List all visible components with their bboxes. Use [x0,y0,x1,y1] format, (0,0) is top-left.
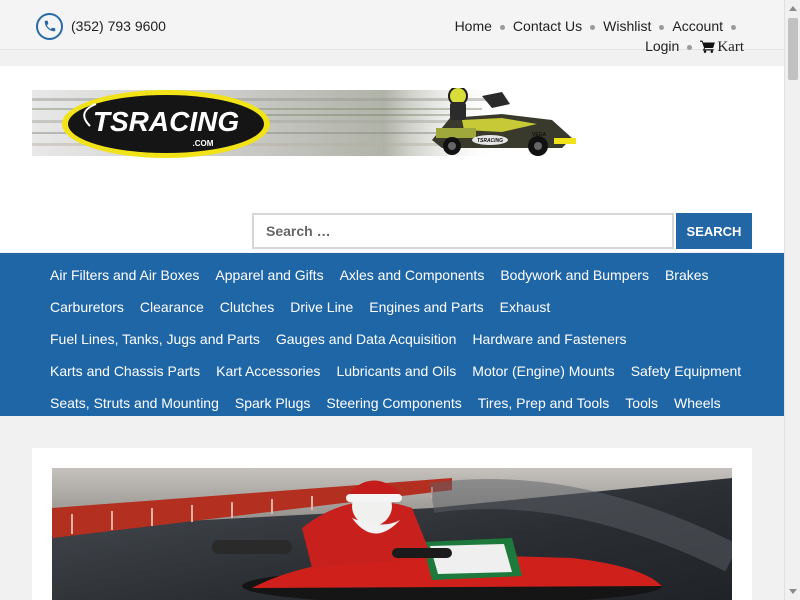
category-link[interactable]: Bodywork and Bumpers [500,259,649,291]
kart-label: Kart [717,39,744,55]
separator-dot [499,24,505,30]
phone-icon [36,12,63,40]
nav-contact-link[interactable]: Contact Us [513,18,582,34]
category-link[interactable]: Seats, Struts and Mounting [50,387,219,419]
separator-dot [731,24,736,30]
scroll-up-arrow-icon[interactable] [785,0,800,16]
search-button[interactable]: SEARCH [676,213,752,249]
category-link[interactable]: Lubricants and Oils [336,355,456,387]
separator-dot [659,24,665,30]
category-link[interactable]: Tires, Prep and Tools [478,387,610,419]
nav-home-link[interactable]: Home [455,18,492,34]
category-link[interactable]: Axles and Components [340,259,485,291]
site-logo[interactable]: TSRACING .COM TSRACING VEGA [32,86,576,160]
category-link[interactable]: Carburetors [50,291,124,323]
phone-contact[interactable]: (352) 793 9600 [36,12,166,40]
top-navigation: Home Contact Us Wishlist Account Login Kart [454,16,744,58]
category-link[interactable]: Hardware and Fasteners [472,323,626,355]
top-bar: (352) 793 9600 Home Contact Us Wishlist Acc… [0,0,784,55]
category-link[interactable]: Engines and Parts [369,291,483,323]
category-link[interactable]: Gauges and Data Acquisition [276,323,457,355]
category-link[interactable]: Steering Components [326,387,461,419]
nav-kart-link[interactable]: Kart [700,38,744,55]
category-link[interactable]: Apparel and Gifts [215,259,323,291]
logo-domain-text: .COM [193,139,214,148]
kart-model-text: VEGA [532,132,547,138]
search-input[interactable] [252,213,674,249]
separator-dot [687,44,693,50]
category-navigation: Air Filters and Air Boxes Apparel and Gif… [0,253,784,416]
category-link[interactable]: Air Filters and Air Boxes [50,259,199,291]
scrollbar-thumb[interactable] [788,18,798,80]
category-link[interactable]: Brakes [665,259,709,291]
category-link[interactable]: Drive Line [290,291,353,323]
scroll-down-arrow-icon[interactable] [785,584,800,600]
separator-dot [590,24,596,30]
category-link[interactable]: Clearance [140,291,204,323]
search-form: SEARCH [252,213,752,249]
category-link[interactable]: Karts and Chassis Parts [50,355,200,387]
site-header: TSRACING .COM TSRACING VEGA Search … SEA… [0,66,784,252]
nav-login-link[interactable]: Login [645,38,679,54]
category-link[interactable]: Fuel Lines, Tanks, Jugs and Parts [50,323,260,355]
category-link[interactable]: Wheels [674,387,721,419]
cart-icon [700,38,716,58]
hero-image[interactable] [52,468,732,600]
category-link[interactable]: Motor (Engine) Mounts [472,355,614,387]
kart-illustration: TSRACING VEGA [432,86,576,156]
category-link[interactable]: Safety Equipment [631,355,742,387]
category-link[interactable]: Tools [625,387,658,419]
phone-number: (352) 793 9600 [71,18,166,34]
kart-brand-text: TSRACING [477,138,503,144]
page-scrollbar[interactable] [784,0,800,600]
category-link[interactable]: Exhaust [500,291,551,323]
content-card [32,448,752,600]
category-link[interactable]: Spark Plugs [235,387,310,419]
nav-account-link[interactable]: Account [672,18,723,34]
nav-wishlist-link[interactable]: Wishlist [603,18,651,34]
category-link[interactable]: Clutches [220,291,274,323]
logo-brand-text: TSRACING [93,106,239,137]
category-link[interactable]: Kart Accessories [216,355,320,387]
